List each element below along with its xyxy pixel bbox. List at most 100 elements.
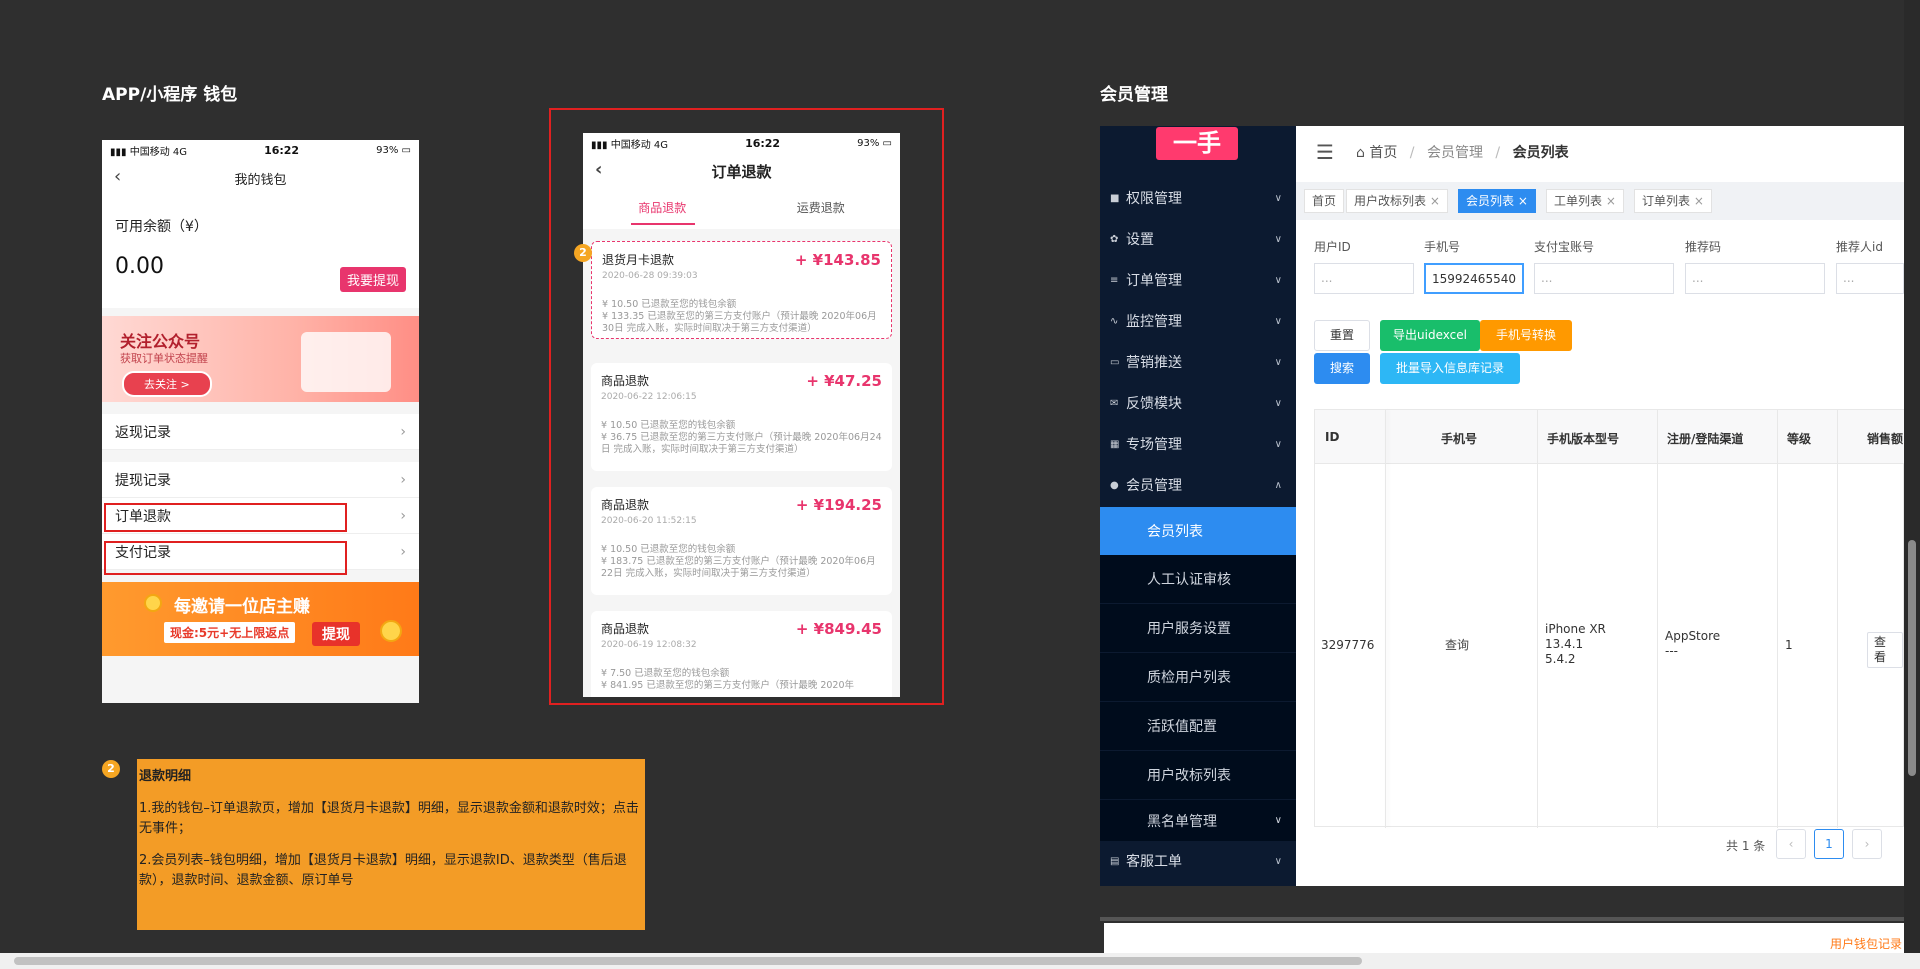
refund-card: 退货月卡退款 + ¥143.85 2020-06-28 09:39:03 ¥ 10… (591, 241, 892, 339)
menu-monitoring[interactable]: ∿ 监控管理 ∨ (1100, 301, 1296, 341)
menu-support-tickets[interactable]: ▤ 客服工单 ∨ (1100, 841, 1296, 881)
chevron-down-icon: ∨ (1274, 397, 1282, 409)
battery-icon: ▭ (401, 144, 411, 156)
member-table: ID 手机号 手机版本型号 注册/登陆渠道 等级 销售额 3297776 查询 … (1314, 409, 1905, 828)
vertical-scroll-thumb[interactable] (1908, 540, 1916, 776)
chevron-right-icon: › (400, 507, 406, 524)
th-model: 手机版本型号 (1547, 432, 1620, 446)
cell-id: 3297776 (1321, 638, 1375, 652)
alipay-input[interactable]: ... (1534, 263, 1674, 294)
filter-label-refcode: 推荐码 (1685, 240, 1722, 254)
tag-user-relabel[interactable]: 用户改标列表 × (1346, 189, 1448, 213)
filter-label-alipay: 支付宝账号 (1534, 240, 1595, 254)
chevron-down-icon: ∨ (1274, 315, 1282, 327)
mail-icon: ✉ (1110, 397, 1119, 409)
submenu-member-list[interactable]: 会员列表 (1100, 507, 1296, 555)
vertical-scrollbar[interactable] (1904, 0, 1920, 953)
signal-icon: ▮▮▮ (110, 146, 127, 158)
close-icon[interactable]: × (1518, 194, 1528, 208)
page-number[interactable]: 1 (1814, 829, 1844, 859)
row-cashback[interactable]: 返现记录 › (102, 414, 419, 450)
phone-convert-button[interactable]: 手机号转换 (1480, 320, 1572, 351)
userid-input[interactable]: ... (1314, 263, 1414, 294)
menu-feedback[interactable]: ✉ 反馈模块 ∨ (1100, 383, 1296, 423)
horizontal-scroll-thumb[interactable] (14, 957, 1362, 965)
th-sales: 销售额 (1867, 432, 1904, 446)
chevron-down-icon: ∨ (1274, 233, 1282, 245)
cell-level: 1 (1785, 638, 1793, 652)
users-icon: ● (1110, 479, 1119, 491)
next-page-icon[interactable]: › (1852, 829, 1882, 859)
breadcrumb-home[interactable]: 首页 (1369, 145, 1397, 161)
submenu-manual-review[interactable]: 人工认证审核 (1100, 555, 1296, 603)
menu-members[interactable]: ● 会员管理 ∧ (1100, 465, 1296, 505)
status-bar: ▮▮▮ 中国移动 4G 16:22 93% ▭ (102, 140, 419, 160)
highlight-box (104, 503, 347, 532)
invite-withdraw-button[interactable]: 提现 (312, 622, 360, 646)
chevron-down-icon: ∨ (1274, 356, 1282, 368)
horizontal-scrollbar[interactable] (0, 953, 1920, 969)
breadcrumb-members[interactable]: 会员管理 (1427, 145, 1483, 161)
search-button[interactable]: 搜索 (1314, 353, 1370, 384)
follow-banner[interactable]: 关注公众号 获取订单状态提醒 去关注 > (102, 316, 419, 402)
highlight-box (104, 541, 347, 575)
submenu-user-service[interactable]: 用户服务设置 (1100, 604, 1296, 652)
hamburger-icon[interactable]: ☰ (1316, 140, 1334, 164)
follow-button[interactable]: 去关注 > (122, 371, 212, 397)
close-icon[interactable]: × (1606, 194, 1616, 208)
chevron-right-icon: › (400, 423, 406, 440)
close-icon[interactable]: × (1430, 194, 1440, 208)
tag-home[interactable]: 首页 (1304, 189, 1345, 213)
annotation-badge: 2 (574, 244, 592, 262)
submenu-user-relabel[interactable]: 用户改标列表 (1100, 751, 1296, 799)
back-icon[interactable]: ‹ (595, 161, 602, 179)
nav-title: 我的钱包 (234, 172, 287, 188)
refcode-input[interactable]: ... (1685, 263, 1825, 294)
wallet-record-link[interactable]: 用户钱包记录 (1830, 935, 1902, 952)
chevron-right-icon: › (400, 471, 406, 488)
menu-special[interactable]: ▦ 专场管理 ∨ (1100, 424, 1296, 464)
submenu-qc-users[interactable]: 质检用户列表 (1100, 653, 1296, 701)
tag-member-list[interactable]: 会员列表 × (1458, 189, 1536, 213)
reset-button[interactable]: 重置 (1314, 320, 1370, 351)
left-section-title: APP/小程序 钱包 (102, 85, 238, 105)
row-withdraw-records[interactable]: 提现记录 › (102, 462, 419, 498)
invite-banner[interactable]: 每邀请一位店主赚 现金:5元+无上限返点 提现 (102, 582, 419, 656)
cell-phone-query[interactable]: 查询 (1445, 638, 1469, 653)
note-badge: 2 (102, 760, 120, 778)
withdraw-button[interactable]: 我要提现 (339, 267, 406, 292)
pagination-total: 共 1 条 (1726, 839, 1766, 853)
refund-phone: ▮▮▮ 中国移动 4G 16:22 93% ▭ ‹ 订单退款 商品退款 运费退款… (583, 133, 900, 697)
tab-shipping-refund[interactable]: 运费退款 (742, 189, 901, 229)
list-icon: ≡ (1110, 274, 1119, 286)
cell-channel: AppStore --- (1665, 629, 1721, 658)
prev-page-icon[interactable]: ‹ (1776, 829, 1806, 859)
phone-input[interactable]: 15992465540 (1424, 263, 1524, 294)
balance-label: 可用余额（¥） (115, 219, 208, 235)
referrer-input[interactable]: ... (1836, 263, 1904, 294)
home-icon: ⌂ (1356, 145, 1365, 161)
th-level: 等级 (1787, 432, 1812, 446)
submenu-activity-config[interactable]: 活跃值配置 (1100, 702, 1296, 750)
menu-settings[interactable]: ✿ 设置 ∨ (1100, 219, 1296, 259)
wallet-phone: ▮▮▮ 中国移动 4G 16:22 93% ▭ ‹ 我的钱包 可用余额（¥） 0… (102, 140, 419, 703)
menu-marketing[interactable]: ▭ 营销推送 ∨ (1100, 342, 1296, 382)
note-point-2: 2.会员列表–钱包明细，增加【退货月卡退款】明细，显示退款ID、退款类型（售后退… (139, 853, 627, 888)
back-icon[interactable]: ‹ (114, 168, 121, 186)
tag-ticket-list[interactable]: 工单列表 × (1546, 189, 1624, 213)
chevron-down-icon: ∨ (1274, 855, 1282, 867)
signal-icon: ▮▮▮ (591, 139, 608, 151)
tag-order-list[interactable]: 订单列表 × (1634, 189, 1712, 213)
menu-orders[interactable]: ≡ 订单管理 ∨ (1100, 260, 1296, 300)
wallet-navbar: ‹ 我的钱包 (102, 160, 419, 196)
close-icon[interactable]: × (1694, 194, 1704, 208)
tab-underline (631, 223, 695, 225)
grid-icon: ▦ (1110, 438, 1120, 450)
menu-permissions[interactable]: ■ 权限管理 ∨ (1100, 178, 1296, 218)
chevron-right-icon: › (400, 543, 406, 560)
export-button[interactable]: 导出uidexcel (1380, 320, 1480, 351)
submenu-blacklist[interactable]: 黑名单管理 ∨ (1100, 800, 1296, 841)
batch-import-button[interactable]: 批量导入信息库记录 (1380, 353, 1520, 384)
admin-main: ☰ ⌂ 首页 / 会员管理 / 会员列表 首页 用户改标列表 × 会员列表 × … (1296, 126, 1905, 886)
view-button[interactable]: 查看 (1867, 632, 1903, 668)
